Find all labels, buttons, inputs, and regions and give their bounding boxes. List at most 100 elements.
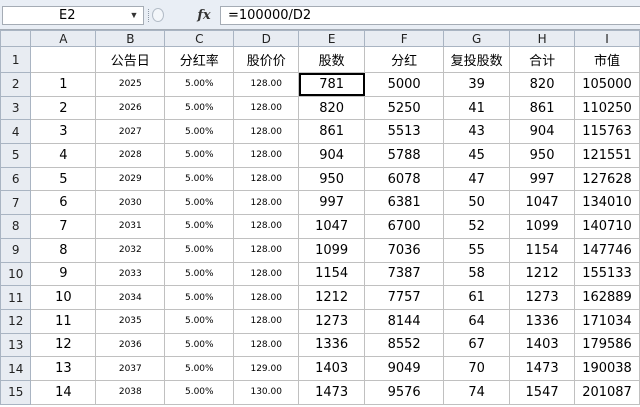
cell[interactable]: 6381 [364, 190, 445, 216]
cell[interactable]: 997 [298, 190, 366, 216]
cell[interactable]: 5.00% [164, 214, 235, 239]
cell[interactable]: 127628 [574, 166, 640, 192]
cell[interactable]: 67 [443, 332, 511, 358]
cell[interactable]: 2037 [95, 356, 166, 381]
cell[interactable]: 14 [30, 379, 97, 405]
cell[interactable]: 50 [443, 190, 511, 216]
row-header[interactable]: 7 [0, 190, 32, 216]
cell[interactable]: 129.00 [233, 356, 300, 381]
cell[interactable]: 861 [509, 95, 576, 121]
cell[interactable]: 128.00 [233, 119, 300, 145]
cell[interactable]: 5513 [364, 119, 445, 145]
cell[interactable]: 5000 [364, 72, 445, 97]
cell[interactable]: 分红率 [164, 46, 235, 73]
cell[interactable]: 9 [30, 261, 97, 287]
cell[interactable]: 合计 [509, 46, 576, 73]
cell[interactable]: 1336 [509, 308, 576, 334]
cell[interactable]: 110250 [574, 95, 640, 121]
cell[interactable]: 128.00 [233, 166, 300, 192]
row-header[interactable]: 8 [0, 214, 32, 239]
cell[interactable]: 5 [30, 166, 97, 192]
cell[interactable]: 5.00% [164, 119, 235, 145]
column-header[interactable]: B [95, 30, 166, 47]
row-header[interactable]: 11 [0, 285, 32, 310]
cell[interactable]: 1154 [509, 237, 576, 263]
cell[interactable]: 140710 [574, 214, 640, 239]
cell[interactable]: 2 [30, 95, 97, 121]
cell[interactable]: 市值 [574, 46, 640, 73]
cell[interactable]: 1273 [298, 308, 366, 334]
cell[interactable]: 130.00 [233, 379, 300, 405]
cell[interactable]: 4 [30, 143, 97, 168]
cell[interactable]: 128.00 [233, 237, 300, 263]
cell[interactable]: 7387 [364, 261, 445, 287]
cell[interactable]: 5.00% [164, 379, 235, 405]
cell[interactable]: 5.00% [164, 143, 235, 168]
cell[interactable]: 55 [443, 237, 511, 263]
cell[interactable]: 5.00% [164, 356, 235, 381]
cell[interactable]: 1099 [509, 214, 576, 239]
cell[interactable]: 5.00% [164, 166, 235, 192]
cell[interactable]: 147746 [574, 237, 640, 263]
cell[interactable]: 52 [443, 214, 511, 239]
cell[interactable]: 8552 [364, 332, 445, 358]
active-cell[interactable]: 781 [298, 72, 366, 97]
cell[interactable]: 5.00% [164, 261, 235, 287]
cell[interactable]: 201087 [574, 379, 640, 405]
row-header[interactable]: 4 [0, 119, 32, 145]
cell[interactable]: 47 [443, 166, 511, 192]
cell[interactable]: 2036 [95, 332, 166, 358]
cell[interactable]: 10 [30, 285, 97, 310]
cell[interactable]: 39 [443, 72, 511, 97]
cell[interactable]: 45 [443, 143, 511, 168]
cell[interactable]: 股价价 [233, 46, 300, 73]
row-header[interactable]: 9 [0, 237, 32, 263]
cell[interactable]: 2035 [95, 308, 166, 334]
cell[interactable]: 2032 [95, 237, 166, 263]
formula-input[interactable]: =100000/D2 [220, 6, 640, 25]
cell[interactable]: 128.00 [233, 143, 300, 168]
cell[interactable]: 5.00% [164, 237, 235, 263]
column-header[interactable]: E [298, 30, 366, 47]
insert-function-button[interactable]: fx [192, 6, 216, 25]
cell[interactable]: 2025 [95, 72, 166, 97]
cell[interactable]: 5.00% [164, 332, 235, 358]
cell[interactable]: 股数 [298, 46, 366, 73]
cell[interactable]: 1047 [509, 190, 576, 216]
cell[interactable]: 1473 [298, 379, 366, 405]
cell[interactable]: 1273 [509, 285, 576, 310]
cell[interactable]: 12 [30, 332, 97, 358]
cell[interactable]: 128.00 [233, 214, 300, 239]
cell[interactable]: 179586 [574, 332, 640, 358]
cell[interactable]: 64 [443, 308, 511, 334]
cell[interactable]: 公告日 [95, 46, 166, 73]
column-header[interactable]: C [164, 30, 235, 47]
cell[interactable]: 7757 [364, 285, 445, 310]
row-header[interactable]: 12 [0, 308, 32, 334]
cell[interactable]: 58 [443, 261, 511, 287]
cell[interactable]: 2027 [95, 119, 166, 145]
cell[interactable]: 11 [30, 308, 97, 334]
cell[interactable]: 5.00% [164, 308, 235, 334]
cell[interactable]: 5.00% [164, 72, 235, 97]
row-header[interactable]: 6 [0, 166, 32, 192]
cell[interactable]: 分红 [364, 46, 445, 73]
cell[interactable]: 105000 [574, 72, 640, 97]
row-header[interactable]: 14 [0, 356, 32, 381]
select-all-corner[interactable] [0, 30, 32, 47]
cell[interactable]: 8144 [364, 308, 445, 334]
cell[interactable]: 8 [30, 237, 97, 263]
column-header[interactable]: G [443, 30, 511, 47]
cell[interactable]: 820 [298, 95, 366, 121]
column-header[interactable]: I [574, 30, 640, 47]
cell[interactable]: 2030 [95, 190, 166, 216]
cell[interactable]: 1473 [509, 356, 576, 381]
column-header[interactable]: D [233, 30, 300, 47]
cell[interactable]: 61 [443, 285, 511, 310]
cell[interactable]: 1 [30, 72, 97, 97]
cell[interactable] [30, 46, 97, 73]
cell[interactable]: 43 [443, 119, 511, 145]
row-header[interactable]: 13 [0, 332, 32, 358]
cell[interactable]: 190038 [574, 356, 640, 381]
cell[interactable]: 2026 [95, 95, 166, 121]
